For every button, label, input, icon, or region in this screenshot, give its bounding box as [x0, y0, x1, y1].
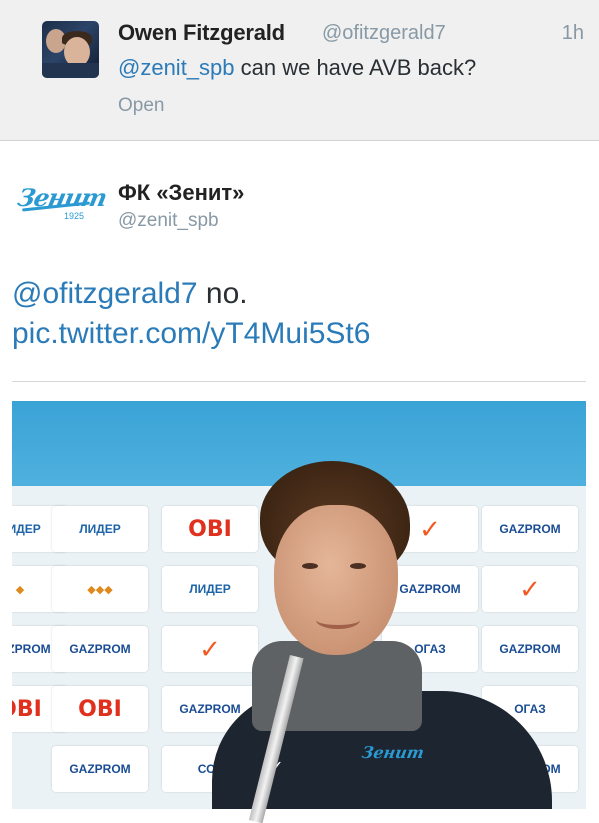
person-smile — [316, 611, 360, 629]
person-eye — [302, 563, 318, 569]
main-tweet-text: @ofitzgerald7 no. pic.twitter.com/yT4Mui… — [12, 274, 572, 354]
reply-screen-name[interactable]: @ofitzgerald7 — [322, 22, 446, 45]
main-display-name[interactable]: ФК «Зенит» — [118, 180, 244, 206]
open-tweet-link[interactable]: Open — [118, 95, 164, 117]
reply-mention-link[interactable]: @zenit_spb — [118, 55, 235, 80]
main-mention-link[interactable]: @ofitzgerald7 — [12, 277, 198, 310]
main-text-body: no. — [197, 277, 248, 310]
person-eye — [350, 563, 366, 569]
tweet-photo[interactable]: ЛИДЕР ЛИДЕР OBI ✓ GAZPROM ◆ ◆◆◆ ЛИДЕР GA… — [12, 401, 586, 809]
sponsor-logo-lider: ЛИДЕР — [52, 506, 148, 552]
reply-tweet-text: @zenit_spb can we have AVB back? — [118, 55, 476, 81]
reply-text-body: can we have AVB back? — [234, 55, 477, 80]
sponsor-logo-other: ◆◆◆ — [52, 566, 148, 612]
jacket-zenit-badge: Зенит — [360, 743, 426, 762]
main-screen-name[interactable]: @zenit_spb — [118, 210, 219, 232]
zenit-logo-year: 1925 — [64, 211, 85, 221]
person-face — [274, 505, 398, 655]
sponsor-logo-gazprom: GAZPROM — [52, 746, 148, 792]
pic-link[interactable]: pic.twitter.com/yT4Mui5St6 — [12, 317, 370, 350]
avatar-shirt — [42, 63, 99, 78]
person-figure: Зенит ✓ — [212, 461, 552, 809]
sponsor-logo-obi: OBI — [52, 686, 148, 732]
reply-tweet[interactable]: Owen Fitzgerald @ofitzgerald7 1h @zenit_… — [0, 0, 599, 141]
reply-display-name[interactable]: Owen Fitzgerald — [118, 20, 285, 46]
divider — [12, 381, 586, 382]
zenit-avatar[interactable]: Зенит 1925 — [12, 163, 109, 247]
reply-timestamp[interactable]: 1h — [562, 22, 584, 45]
sponsor-logo-gazprom: GAZPROM — [52, 626, 148, 672]
user-avatar[interactable] — [42, 21, 99, 78]
